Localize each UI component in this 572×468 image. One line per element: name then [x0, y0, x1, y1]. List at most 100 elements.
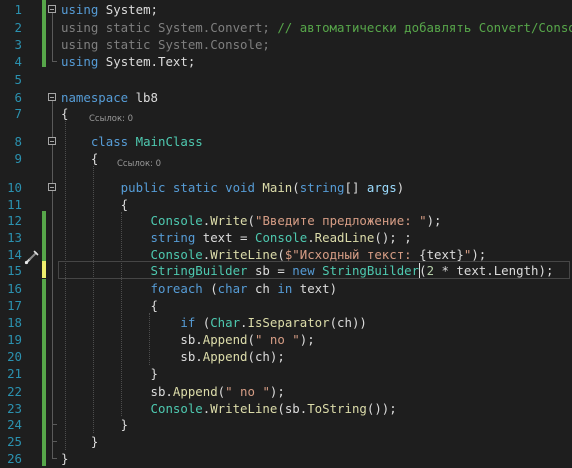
code-token: (	[195, 315, 211, 330]
code-token: System.Convert;	[157, 20, 278, 35]
code-token: (	[247, 213, 255, 228]
code-token: (); ;	[374, 230, 412, 245]
code-token: );	[426, 213, 442, 228]
code-line[interactable]: 15 StringBuilder sb = new StringBuilder(…	[0, 261, 572, 280]
line-number: 4	[14, 54, 22, 69]
code-text[interactable]: {	[61, 149, 98, 168]
code-token: using	[61, 54, 99, 69]
code-token: (	[277, 247, 285, 262]
code-token: class	[61, 134, 136, 149]
line-number: 5	[14, 72, 22, 87]
code-token: " no "	[225, 384, 270, 399]
code-line[interactable]: 5	[0, 70, 572, 89]
code-token: (	[202, 281, 218, 296]
code-token: ReadLine	[314, 230, 375, 245]
code-text[interactable]: StringBuilder sb = new StringBuilder(2 *…	[61, 261, 554, 280]
code-token: Write	[210, 213, 248, 228]
code-token: WriteLine	[210, 401, 278, 416]
code-token: args	[366, 180, 397, 195]
code-token: "Введите предложение: "	[255, 213, 427, 228]
code-token: }	[61, 434, 99, 449]
code-token: (sb.	[277, 401, 308, 416]
code-token: string	[299, 180, 345, 195]
line-number: 7	[14, 106, 22, 121]
code-token: }	[61, 366, 158, 381]
code-token: {	[61, 106, 69, 121]
code-token: );	[471, 247, 487, 262]
code-token: 2	[426, 263, 435, 278]
code-token: ch	[247, 281, 278, 296]
code-token: * text.Length);	[434, 263, 554, 278]
code-token: Console	[150, 401, 203, 416]
code-token: (ch))	[329, 315, 367, 330]
code-token: MainClass	[135, 134, 203, 149]
code-line[interactable]: 9 {	[0, 149, 572, 168]
code-text[interactable]: using System;	[61, 0, 158, 19]
text-caret	[418, 262, 420, 278]
code-token: Console	[254, 230, 308, 245]
code-token: Console	[150, 213, 203, 228]
code-token: {	[61, 197, 129, 212]
code-token: ToString	[307, 401, 367, 416]
code-token: text =	[195, 230, 255, 245]
code-token: WriteLine	[210, 247, 278, 262]
code-token: string	[150, 230, 196, 245]
code-token: []	[344, 180, 367, 195]
line-number: 1	[14, 2, 22, 17]
code-token: Append	[172, 384, 218, 399]
codelens-references-main[interactable]: Ссылок: 0	[117, 158, 161, 171]
code-line[interactable]: 1 using System;	[0, 0, 572, 19]
paintbrush-icon[interactable]	[24, 250, 39, 268]
line-number: 21	[7, 366, 22, 381]
code-token: sb.	[61, 349, 203, 364]
codelens-references-class[interactable]: Ссылок: 0	[89, 113, 133, 126]
code-token: {	[61, 298, 158, 313]
code-token: sb.	[61, 384, 173, 399]
code-token: Char	[210, 315, 241, 330]
code-token: {text}	[419, 247, 464, 262]
code-editor[interactable]: 1 using System; 2 using static System.Conve…	[0, 0, 572, 466]
code-token: using	[61, 2, 99, 17]
code-token: sb =	[247, 263, 293, 278]
code-text[interactable]: using System.Text;	[61, 52, 195, 71]
code-token: );	[269, 384, 285, 399]
code-token: text)	[292, 281, 338, 296]
code-text[interactable]: }	[61, 364, 158, 383]
code-token: Console	[150, 247, 203, 262]
code-token: (	[247, 332, 255, 347]
code-token: using static	[61, 37, 158, 52]
line-number: 15	[7, 263, 22, 278]
code-token: // автоматически добавлять Convert/Conso…	[277, 20, 572, 35]
code-token: .	[240, 315, 248, 330]
code-token: in	[277, 281, 293, 296]
code-token: public static void	[61, 180, 263, 195]
code-token: lb8	[128, 90, 158, 105]
code-token: )	[396, 180, 405, 195]
code-token: foreach	[150, 281, 203, 296]
line-number: 9	[14, 151, 22, 166]
code-token: char	[217, 281, 248, 296]
code-token: sb.	[61, 332, 203, 347]
code-token: Append	[202, 349, 248, 364]
code-token: IsSeparator	[247, 315, 330, 330]
code-line[interactable]: 7{	[0, 104, 572, 123]
code-token: System;	[98, 2, 158, 17]
code-token: $"Исходный текст:	[284, 247, 420, 262]
code-line[interactable]: 21 }	[0, 364, 572, 383]
code-token: (ch);	[247, 349, 285, 364]
code-text[interactable]: {	[61, 104, 68, 123]
code-line[interactable]: 4 using System.Text;	[0, 52, 572, 71]
code-token: StringBuilder	[322, 263, 420, 278]
code-token: }	[61, 417, 129, 432]
code-token: " no "	[254, 332, 300, 347]
code-token: ());	[366, 401, 397, 416]
code-token: StringBuilder	[150, 263, 248, 278]
code-token: System.Text;	[98, 54, 196, 69]
